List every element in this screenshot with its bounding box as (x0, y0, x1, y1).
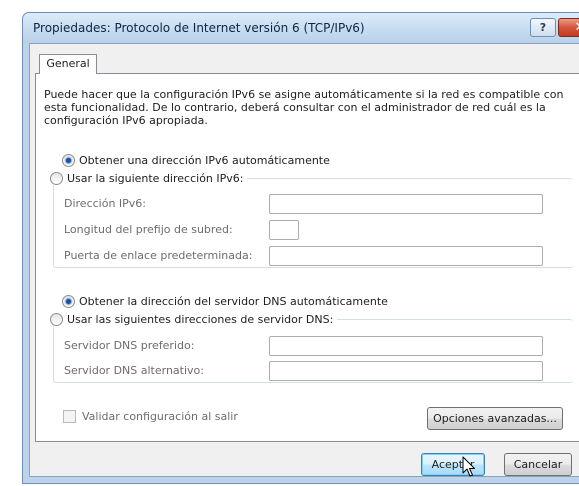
tab-general[interactable]: General (39, 54, 97, 74)
mouse-pointer-icon (462, 456, 475, 477)
prefix-length-field[interactable] (269, 220, 299, 240)
close-button[interactable]: ✕ (558, 18, 579, 37)
radio-obtain-ipv6-auto-label: Obtener una dirección IPv6 automáticamen… (79, 154, 330, 167)
radio-unselected-indicator (50, 172, 63, 185)
radio-obtain-dns-auto[interactable]: Obtener la dirección del servidor DNS au… (62, 295, 388, 308)
radio-use-ipv6-address-label: Usar la siguiente dirección IPv6: (67, 172, 244, 185)
prefix-length-label: Longitud del prefijo de subred: (64, 223, 233, 236)
preferred-dns-label: Servidor DNS preferido: (64, 339, 195, 352)
gateway-label: Puerta de enlace predeterminada: (64, 249, 253, 262)
validate-on-exit-checkbox[interactable]: Validar configuración al salir (63, 410, 238, 423)
radio-use-dns-addresses-label: Usar las siguientes direcciones de servi… (67, 313, 334, 326)
window-title: Propiedades: Protocolo de Internet versi… (33, 21, 365, 35)
radio-use-ipv6-address[interactable]: Usar la siguiente dirección IPv6: (47, 172, 248, 185)
radio-obtain-ipv6-auto[interactable]: Obtener una dirección IPv6 automáticamen… (62, 154, 330, 167)
advanced-options-button[interactable]: Opciones avanzadas... (427, 407, 563, 430)
ipv6-address-field[interactable] (269, 194, 543, 214)
alternate-dns-label: Servidor DNS alternativo: (64, 364, 204, 377)
description-text: Puede hacer que la configuración IPv6 se… (44, 88, 564, 127)
radio-obtain-dns-auto-label: Obtener la dirección del servidor DNS au… (79, 295, 388, 308)
radio-use-dns-addresses[interactable]: Usar las siguientes direcciones de servi… (47, 313, 338, 326)
general-panel: Puede hacer que la configuración IPv6 se… (35, 73, 579, 442)
validate-on-exit-label: Validar configuración al salir (82, 410, 238, 423)
alternate-dns-field[interactable] (269, 361, 543, 381)
radio-unselected-indicator (50, 313, 63, 326)
radio-selected-indicator (62, 295, 75, 308)
radio-selected-indicator (62, 154, 75, 167)
cancel-button[interactable]: Cancelar (504, 453, 572, 476)
checkbox-box (63, 410, 76, 423)
preferred-dns-field[interactable] (269, 336, 543, 356)
gateway-field[interactable] (269, 246, 543, 266)
title-bar: Propiedades: Protocolo de Internet versi… (23, 13, 579, 43)
dialog-client-area: General Puede hacer que la configuración… (29, 43, 579, 477)
dialog-window: Propiedades: Protocolo de Internet versi… (22, 12, 579, 484)
ipv6-address-label: Dirección IPv6: (64, 197, 147, 210)
help-button[interactable]: ? (530, 18, 556, 37)
